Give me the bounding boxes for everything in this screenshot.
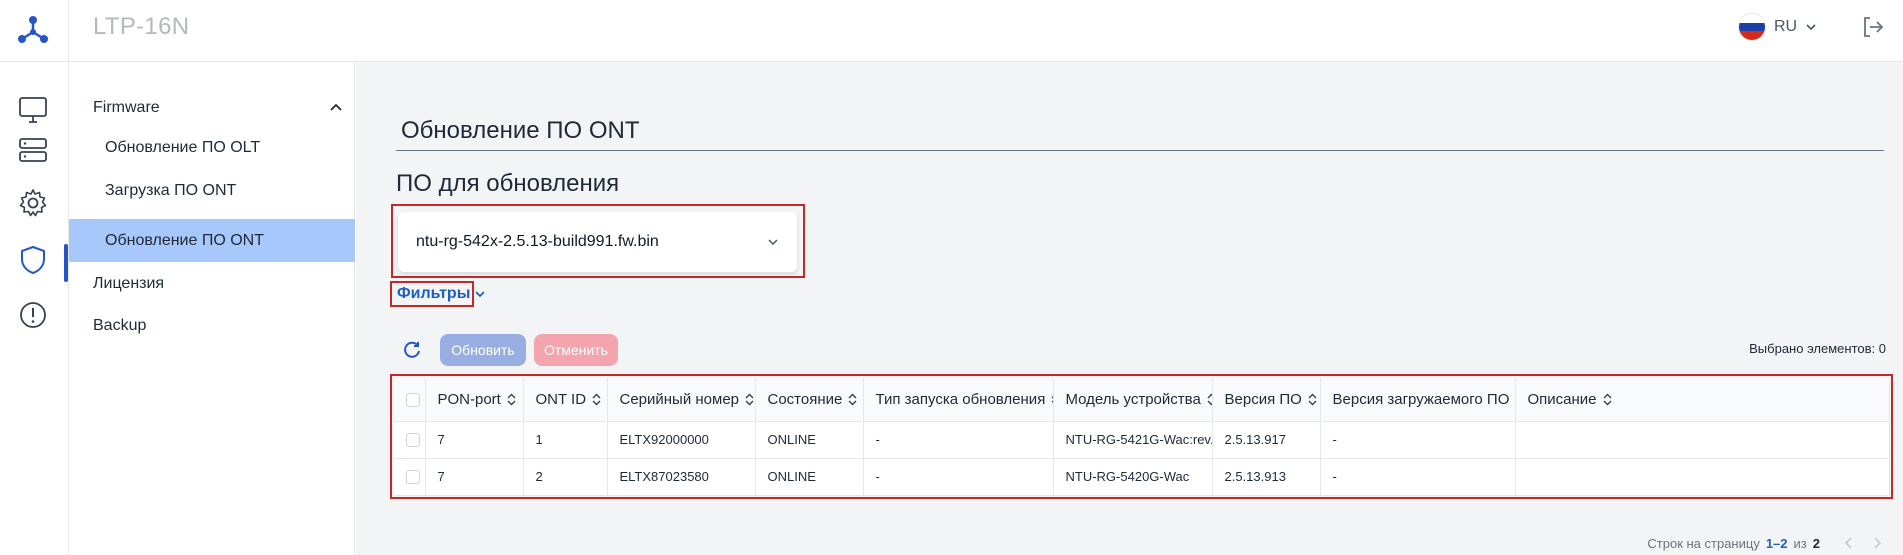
table-row[interactable]: 7 1 ELTX92000000 ONLINE - NTU-RG-5421G-W…	[394, 421, 1890, 459]
row-select-cell	[394, 458, 426, 496]
chevron-down-icon	[768, 239, 778, 246]
filters-label: Фильтры	[397, 285, 471, 302]
table-cell	[1515, 421, 1890, 459]
sort-icon	[1207, 394, 1211, 406]
nav-item-label: Загрузка ПО ONT	[105, 181, 237, 199]
language-selector[interactable]: RU	[1738, 13, 1817, 41]
table-cell: NTU-RG-5421G-Wac:rev.B	[1053, 421, 1213, 459]
column-header[interactable]: PON-port	[425, 378, 524, 422]
column-header[interactable]: Тип запуска обновления	[863, 378, 1054, 422]
sort-icon	[848, 393, 857, 406]
table-cell: ELTX87023580	[607, 458, 756, 496]
table-cell: 7	[425, 421, 524, 459]
table-cell: -	[1320, 421, 1516, 459]
pagination: Строк на страницу 1–2 из 2	[1647, 534, 1886, 552]
shield-icon[interactable]	[17, 244, 49, 276]
device-title: LTP-16N	[93, 13, 190, 40]
table-cell	[1515, 458, 1890, 496]
table-header-row: PON-port ONT ID Серийный номер Состояние…	[394, 378, 1890, 422]
table-cell: 2	[523, 458, 608, 496]
language-label: RU	[1774, 18, 1798, 35]
row-checkbox[interactable]	[406, 470, 420, 485]
chevron-down-icon	[1806, 24, 1816, 31]
page-title: Обновление ПО ONT	[401, 117, 640, 144]
column-header[interactable]: Версия ПО	[1212, 378, 1321, 422]
selected-count: Выбрано элементов: 0	[1749, 341, 1886, 356]
alert-circle-icon[interactable]	[17, 299, 49, 331]
refresh-icon[interactable]	[401, 339, 423, 361]
chevron-down-icon	[475, 291, 485, 298]
russia-flag-icon	[1738, 13, 1766, 41]
firmware-select-value: ntu-rg-542x-2.5.13-build991.fw.bin	[416, 233, 659, 250]
column-header[interactable]: ONT ID	[523, 378, 608, 422]
table-cell: 2.5.13.917	[1212, 421, 1321, 459]
table-cell: 1	[523, 421, 608, 459]
nav-item-backup[interactable]: Backup	[93, 317, 146, 335]
nav-group-firmware[interactable]: Firmware	[93, 99, 343, 117]
title-divider	[396, 150, 1884, 151]
logo-icon[interactable]	[16, 13, 50, 47]
table-cell: -	[1320, 458, 1516, 496]
main-content: Обновление ПО ONT ПО для обновления ntu-…	[356, 62, 1903, 555]
table-cell: -	[863, 421, 1054, 459]
nav-item-ont-update[interactable]: Обновление ПО ONT	[69, 219, 355, 262]
nav-item-label: Обновление ПО ONT	[105, 231, 264, 249]
sort-icon	[592, 393, 601, 406]
nav-item-license[interactable]: Лицензия	[93, 275, 164, 293]
row-checkbox[interactable]	[406, 433, 420, 448]
column-header[interactable]: Версия загружаемого ПО	[1320, 378, 1516, 422]
update-button[interactable]: Обновить	[440, 334, 526, 366]
select-all-cell	[394, 378, 426, 422]
ont-table: PON-port ONT ID Серийный номер Состояние…	[394, 378, 1890, 496]
nav-group-label: Firmware	[93, 99, 160, 116]
rows-per-page-label: Строк на страницу	[1647, 535, 1760, 551]
column-header[interactable]: Модель устройства	[1053, 378, 1213, 422]
sort-icon	[745, 393, 754, 406]
column-header[interactable]: Состояние	[755, 378, 864, 422]
column-header[interactable]: Серийный номер	[607, 378, 756, 422]
section-title: ПО для обновления	[396, 170, 620, 197]
sort-icon	[1308, 393, 1317, 406]
sort-icon	[507, 393, 516, 406]
filters-toggle[interactable]: Фильтры	[397, 285, 486, 303]
table-cell: 7	[425, 458, 524, 496]
nav-item-olt-update[interactable]: Обновление ПО OLT	[69, 126, 355, 169]
table-cell: 2.5.13.913	[1212, 458, 1321, 496]
rail-active-indicator	[64, 244, 68, 282]
cancel-button[interactable]: Отменить	[534, 334, 618, 366]
table-row[interactable]: 7 2 ELTX87023580 ONLINE - NTU-RG-5420G-W…	[394, 458, 1890, 496]
table-cell: ELTX92000000	[607, 421, 756, 459]
top-bar: LTP-16N RU	[0, 0, 1903, 62]
server-icon[interactable]	[17, 134, 49, 166]
nav-item-label: Обновление ПО OLT	[105, 138, 261, 156]
firmware-select[interactable]: ntu-rg-542x-2.5.13-build991.fw.bin	[398, 212, 797, 272]
icon-rail	[0, 62, 69, 555]
gear-icon[interactable]	[17, 187, 49, 219]
monitor-icon[interactable]	[17, 94, 49, 126]
table-cell: ONLINE	[755, 458, 864, 496]
table-cell: ONLINE	[755, 421, 864, 459]
sort-icon	[1603, 393, 1612, 406]
total-count: 2	[1812, 535, 1820, 551]
sub-navigation: Firmware Обновление ПО OLT Загрузка ПО O…	[69, 62, 355, 555]
chevron-up-icon	[330, 103, 342, 111]
topbar-divider	[68, 0, 69, 62]
nav-item-ont-upload[interactable]: Загрузка ПО ONT	[69, 169, 355, 212]
select-all-checkbox[interactable]	[406, 392, 420, 407]
column-header[interactable]: Описание	[1515, 378, 1890, 422]
logout-icon[interactable]	[1860, 14, 1886, 40]
page-range: 1–2	[1765, 535, 1788, 551]
chevron-right-icon[interactable]	[1868, 534, 1886, 552]
of-label: из	[1793, 535, 1807, 551]
table-cell: NTU-RG-5420G-Wac	[1053, 458, 1213, 496]
table-cell: -	[863, 458, 1054, 496]
row-select-cell	[394, 421, 426, 459]
chevron-left-icon[interactable]	[1840, 534, 1858, 552]
